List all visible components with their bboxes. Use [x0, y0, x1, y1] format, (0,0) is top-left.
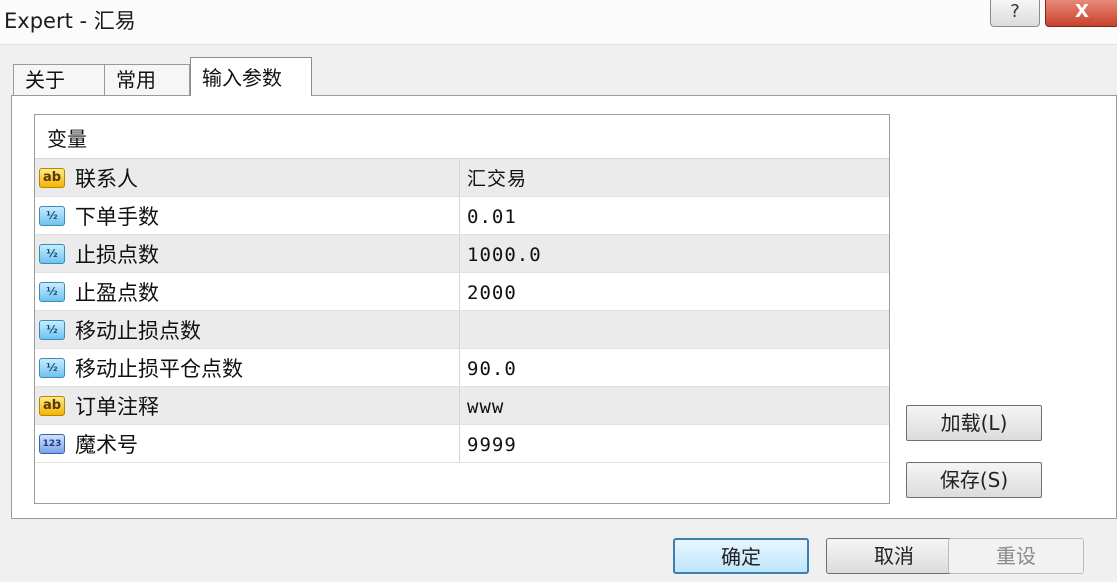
parameter-value[interactable]: 90.0: [467, 349, 517, 389]
column-divider: [459, 387, 460, 424]
integer-type-icon: 123: [39, 434, 65, 454]
parameter-name: 魔术号: [75, 433, 138, 457]
column-divider: [459, 159, 460, 196]
table-row[interactable]: 123 魔术号 9999: [35, 425, 889, 463]
parameter-name: 下单手数: [75, 205, 159, 229]
window-title: Expert - 汇易: [4, 9, 136, 33]
tab-common[interactable]: 常用: [104, 64, 190, 95]
parameter-value[interactable]: 0.01: [467, 197, 517, 237]
column-divider: [459, 197, 460, 234]
save-button[interactable]: 保存(S): [906, 462, 1042, 498]
column-divider: [459, 425, 460, 462]
parameter-value[interactable]: 1000.0: [467, 235, 542, 275]
parameter-value[interactable]: 2000: [467, 273, 517, 313]
column-divider: [459, 273, 460, 310]
double-type-icon: ½: [39, 206, 65, 226]
parameter-value[interactable]: 汇交易: [467, 159, 527, 199]
column-divider: [459, 311, 460, 348]
ok-button[interactable]: 确定: [673, 538, 809, 574]
table-row[interactable]: ½ 移动止损平仓点数 90.0: [35, 349, 889, 387]
parameter-name: 移动止损平仓点数: [75, 357, 243, 381]
cancel-button[interactable]: 取消: [826, 538, 962, 574]
tab-inputs[interactable]: 输入参数: [190, 57, 312, 96]
parameter-name: 止盈点数: [75, 281, 159, 305]
help-button[interactable]: ?: [990, 0, 1040, 27]
table-row[interactable]: ½ 止损点数 1000.0: [35, 235, 889, 273]
table-row[interactable]: ab 订单注释 www: [35, 387, 889, 425]
load-button[interactable]: 加载(L): [906, 405, 1042, 441]
double-type-icon: ½: [39, 320, 65, 340]
title-bar: Expert - 汇易 ? X: [0, 0, 1117, 45]
tab-about[interactable]: 关于: [13, 64, 105, 95]
column-header-variable: 变量: [35, 115, 889, 159]
table-row[interactable]: ½ 移动止损点数: [35, 311, 889, 349]
parameter-name: 移动止损点数: [75, 319, 201, 343]
table-row[interactable]: ½ 下单手数 0.01: [35, 197, 889, 235]
column-divider: [459, 349, 460, 386]
parameters-rows: ab 联系人 汇交易 ½ 下单手数 0.01 ½ 止损点数 1000.0 ½ 止盈点数 2000 ½ 移动…: [35, 159, 889, 463]
parameter-name: 止损点数: [75, 243, 159, 267]
double-type-icon: ½: [39, 358, 65, 378]
parameter-name: 订单注释: [75, 395, 159, 419]
double-type-icon: ½: [39, 282, 65, 302]
parameter-value[interactable]: www: [467, 387, 504, 427]
parameters-grid: 变量 ab 联系人 汇交易 ½ 下单手数 0.01 ½ 止损点数 1000.0 ½ 止盈点数 2000…: [34, 114, 890, 504]
double-type-icon: ½: [39, 244, 65, 264]
close-button[interactable]: X: [1045, 0, 1117, 27]
string-type-icon: ab: [39, 396, 65, 416]
string-type-icon: ab: [39, 168, 65, 188]
table-row[interactable]: ab 联系人 汇交易: [35, 159, 889, 197]
column-divider: [459, 235, 460, 272]
parameter-name: 联系人: [75, 167, 138, 191]
reset-button[interactable]: 重设: [948, 538, 1084, 574]
table-row[interactable]: ½ 止盈点数 2000: [35, 273, 889, 311]
parameter-value[interactable]: 9999: [467, 425, 517, 465]
